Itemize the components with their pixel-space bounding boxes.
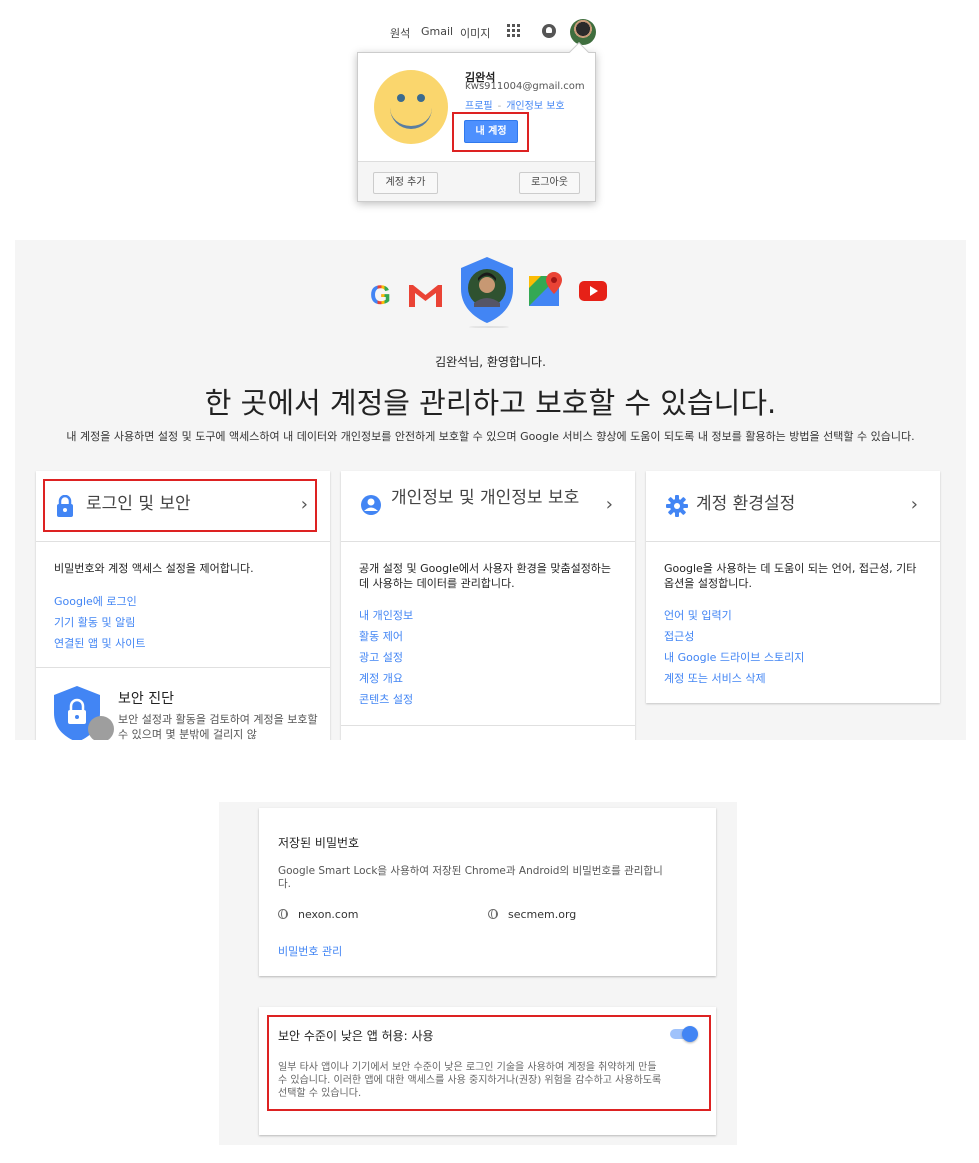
less-secure-apps-card: 보안 수준이 낮은 앱 허용: 사용 일부 타사 앱이나 기기에서 보안 수준이… bbox=[259, 1007, 716, 1135]
account-preferences-card: 계정 환경설정 › Google을 사용하는 데 도움이 되는 언어, 접근성,… bbox=[646, 471, 940, 703]
saved-site-item: nexon.com bbox=[278, 908, 358, 921]
maps-icon bbox=[529, 272, 562, 306]
card-title: 개인정보 및 개인정보 보호 bbox=[391, 488, 580, 508]
less-secure-apps-description: 일부 타사 앱이나 기기에서 보안 수준이 낮은 로그인 기술을 사용하여 계정… bbox=[278, 1062, 662, 1099]
globe-icon bbox=[488, 909, 498, 919]
delete-account-link[interactable]: 계정 또는 서비스 삭제 bbox=[664, 668, 804, 689]
mail-link[interactable]: 원석 bbox=[390, 25, 410, 41]
highlight-box bbox=[43, 479, 317, 532]
card-description: 공개 설정 및 Google에서 사용자 환경을 맞춤설정하는 데 사용하는 데… bbox=[359, 562, 612, 590]
language-input-link[interactable]: 언어 및 입력기 bbox=[664, 605, 804, 626]
youtube-icon bbox=[579, 281, 607, 301]
chevron-right-icon[interactable]: › bbox=[911, 494, 918, 515]
password-settings: 저장된 비밀번호 Google Smart Lock을 사용하여 저장된 Chr… bbox=[219, 802, 737, 1145]
less-secure-apps-title: 보안 수준이 낮은 앱 허용: 사용 bbox=[278, 1029, 434, 1043]
account-email: kws911004@gmail.com bbox=[465, 81, 585, 92]
notifications-bell-icon[interactable] bbox=[542, 24, 556, 38]
checkup-title: 보안 진단 bbox=[118, 691, 174, 707]
account-avatar[interactable] bbox=[570, 19, 596, 45]
google-top-bar: 원석 Gmail 이미지 bbox=[380, 18, 610, 48]
my-info-link[interactable]: 내 개인정보 bbox=[359, 605, 413, 626]
card-header[interactable]: 계정 환경설정 › bbox=[646, 471, 940, 542]
checkup-description: 보안 설정과 활동을 검토하여 계정을 보호할 수 있으며 몇 분밖에 걸리지 … bbox=[118, 713, 318, 740]
card-title: 계정 환경설정 bbox=[696, 494, 796, 514]
profile-links: 프로필 - 개인정보 보호 bbox=[465, 101, 565, 112]
card-description: 비밀번호와 계정 액세스 설정을 제어합니다. bbox=[54, 562, 254, 575]
profile-link[interactable]: 프로필 bbox=[465, 101, 493, 112]
ad-settings-link[interactable]: 광고 설정 bbox=[359, 647, 413, 668]
page-headline: 한 곳에서 계정을 관리하고 보호할 수 있습니다. bbox=[204, 386, 777, 420]
activity-controls-link[interactable]: 활동 제어 bbox=[359, 626, 413, 647]
account-home: G 김완석님, 환영합니다. 한 곳에서 계정을 관리하고 보호할 수 있습니다… bbox=[15, 240, 966, 740]
google-g-icon: G bbox=[370, 280, 392, 310]
card-header[interactable]: 로그인 및 보안 › bbox=[36, 471, 330, 542]
less-secure-apps-toggle[interactable] bbox=[668, 1026, 698, 1042]
globe-icon bbox=[278, 909, 288, 919]
profile-photo-smiley bbox=[373, 69, 449, 145]
manage-passwords-link[interactable]: 비밀번호 관리 bbox=[278, 943, 342, 959]
connected-apps-link[interactable]: 연결된 앱 및 사이트 bbox=[54, 633, 145, 654]
account-overview-link[interactable]: 계정 개요 bbox=[359, 668, 413, 689]
card-description: Google을 사용하는 데 도움이 되는 언어, 접근성, 기타 옵션을 설정… bbox=[664, 562, 917, 590]
gear-icon bbox=[666, 495, 688, 517]
security-shield-icon bbox=[461, 257, 513, 323]
security-checkup[interactable]: 보안 진단 보안 설정과 활동을 검토하여 계정을 보호할 수 있으며 몇 분밖… bbox=[36, 667, 330, 740]
gmail-link[interactable]: Gmail bbox=[421, 25, 453, 38]
signin-security-card: 로그인 및 보안 › 비밀번호와 계정 액세스 설정을 제어합니다. Googl… bbox=[36, 471, 330, 740]
person-icon bbox=[361, 495, 381, 515]
card-header[interactable]: 개인정보 및 개인정보 보호 › bbox=[341, 471, 635, 542]
privacy-link[interactable]: 개인정보 보호 bbox=[506, 101, 564, 112]
add-account-button[interactable]: 계정 추가 bbox=[373, 172, 438, 194]
content-settings-link[interactable]: 콘텐츠 설정 bbox=[359, 689, 413, 710]
saved-passwords-description: Google Smart Lock을 사용하여 저장된 Chrome과 Andr… bbox=[278, 865, 663, 890]
device-activity-link[interactable]: 기기 활동 및 알림 bbox=[54, 612, 145, 633]
list-icon bbox=[88, 716, 114, 740]
page-subtext: 내 계정을 사용하면 설정 및 도구에 액세스하여 내 데이터와 개인정보를 안… bbox=[66, 430, 915, 443]
saved-passwords-card: 저장된 비밀번호 Google Smart Lock을 사용하여 저장된 Chr… bbox=[259, 808, 716, 976]
accessibility-link[interactable]: 접근성 bbox=[664, 626, 804, 647]
gmail-icon bbox=[409, 285, 442, 307]
saved-site-item: secmem.org bbox=[488, 908, 576, 921]
my-account-button[interactable]: 내 계정 bbox=[464, 120, 518, 143]
apps-grid-icon[interactable] bbox=[507, 24, 520, 37]
logout-button[interactable]: 로그아웃 bbox=[519, 172, 580, 194]
account-popup: 김완석 kws911004@gmail.com 프로필 - 개인정보 보호 내 계정… bbox=[357, 42, 596, 202]
popup-footer: 계정 추가 로그아웃 bbox=[358, 161, 595, 201]
chevron-right-icon[interactable]: › bbox=[606, 494, 613, 515]
signin-google-link[interactable]: Google에 로그인 bbox=[54, 591, 145, 612]
drive-storage-link[interactable]: 내 Google 드라이브 스토리지 bbox=[664, 647, 804, 668]
images-link[interactable]: 이미지 bbox=[460, 25, 490, 41]
saved-passwords-title: 저장된 비밀번호 bbox=[278, 836, 360, 850]
privacy-card: 개인정보 및 개인정보 보호 › 공개 설정 및 Google에서 사용자 환경… bbox=[341, 471, 635, 740]
welcome-text: 김완석님, 환영합니다. bbox=[435, 355, 546, 369]
